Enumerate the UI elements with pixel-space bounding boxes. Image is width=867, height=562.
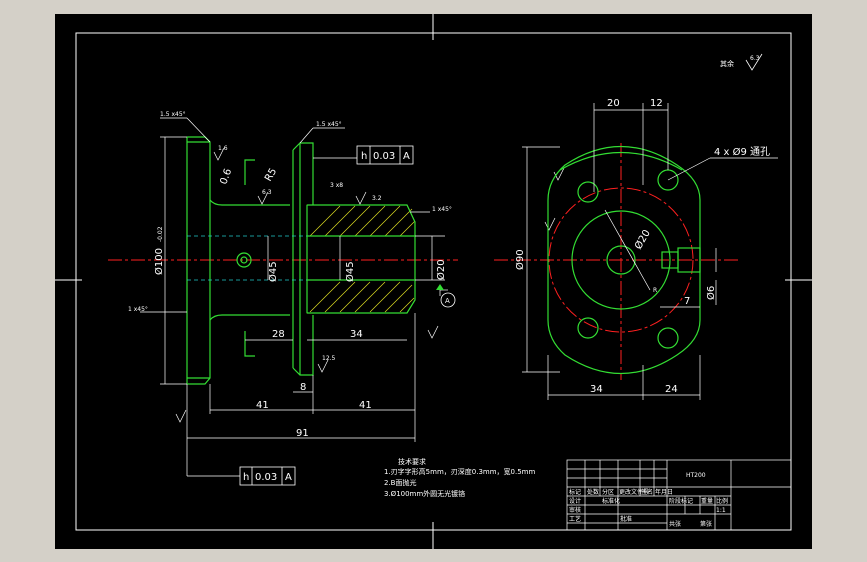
chamfer-top-left: 1.5 x45° [160,111,186,118]
tb-label-7: 设计 [569,497,581,505]
tb-label-5: 签名 [641,488,653,496]
dim-d20: Ø20 [435,259,447,280]
dim-41-right: 41 [359,400,372,411]
tol-top-symbol: h [361,151,367,162]
tb-label-10: 工艺 [569,515,581,523]
dim-34: 34 [350,329,363,340]
dim-24: 24 [665,384,678,395]
tol-bottom-value: 0.03 [255,472,277,483]
dim-8: 8 [300,382,306,393]
chamfer-small: 3 x8 [330,182,343,189]
tb-label-1: 标记 [569,488,581,496]
roughness-rest-label: 其余 [720,59,734,68]
tb-label-11: 批准 [620,515,632,523]
dim-d45-mid: Ø45 [344,261,356,282]
roughness-4: 12.5 [322,355,336,362]
notes-title: 技术要求 [398,457,426,466]
tb-label-16: 第张 [700,520,712,528]
tb-label-6: 年月日 [655,488,673,496]
dim-d45-left: Ø45 [267,261,279,282]
dim-41-left: 41 [256,400,269,411]
dim-34-right: 34 [590,384,603,395]
tb-label-2: 处数 [587,488,599,496]
dim-20: 20 [607,98,620,109]
tb-scale: 1:1 [716,507,726,514]
dim-r-label: R [653,287,657,294]
tb-label-14: 比例 [716,497,728,505]
dim-28: 28 [272,329,285,340]
holes-note: 4 x Ø9 通孔 [714,146,770,158]
tb-label-8: 标准化 [602,497,620,505]
dim-d90: Ø90 [514,249,526,270]
material-label: HT200 [686,472,706,479]
chamfer-right: 1 x45° [432,206,452,213]
dim-d100: Ø100 [153,248,165,275]
notes-line-2: 2.B面抛光 [384,478,416,487]
tb-label-15: 共张 [669,520,681,528]
dim-91: 91 [296,428,309,439]
roughness-3: 3.2 [372,195,382,202]
dim-12: 12 [650,98,663,109]
tb-label-12: 阶段标记 [669,497,693,505]
notes-line-3: 3.Ø100mm外圆无光镀铬 [384,489,465,498]
drawing-sheet: A 1.5 x45° 1.5 x45° 3 x8 1 x45° 1 x45° Ø… [55,14,812,549]
tb-label-9: 审核 [569,506,581,514]
dim-d100-tol: -0.02 [157,226,164,242]
roughness-rest-value: 6.3 [750,55,760,62]
dim-d6: Ø6 [705,286,717,300]
tol-bottom-symbol: h [243,472,249,483]
tol-top-datum: A [403,151,410,162]
tb-label-13: 重量 [701,497,713,505]
roughness-2: 6.3 [262,189,272,196]
roughness-1: 1.6 [218,145,228,152]
tol-top-value: 0.03 [373,151,395,162]
dim-7: 7 [684,296,690,307]
tol-bottom-datum: A [285,472,292,483]
tb-label-3: 分区 [602,488,614,496]
chamfer-top-right: 1.5 x45° [316,121,342,128]
datum-a-label: A [445,297,450,305]
notes-line-1: 1.刃字字形高5mm，刃深度0.3mm，宽0.5mm [384,467,535,476]
chamfer-left: 1 x45° [128,306,148,313]
